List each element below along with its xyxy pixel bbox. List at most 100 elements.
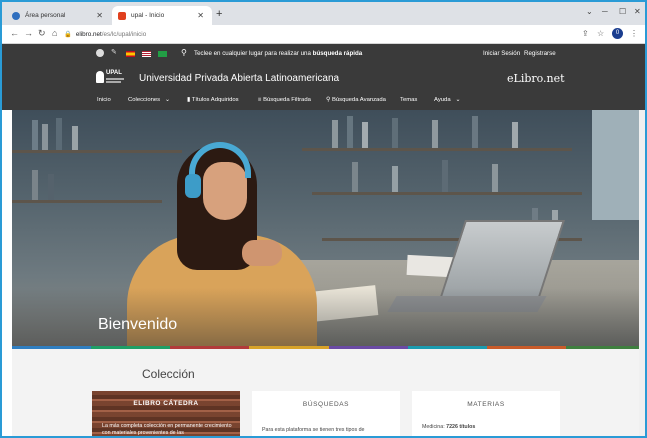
hero-window — [592, 110, 645, 220]
menu-label: Títulos Adquiridos — [191, 97, 239, 103]
tab-strip: Área personal ✕ upal - Inicio ✕ + ⌄ ─ ☐ … — [2, 2, 645, 25]
chevron-down-icon: ⌄ — [161, 97, 170, 103]
search-hint-bold: búsqueda rápida — [312, 50, 363, 57]
moodle-icon — [12, 11, 20, 20]
book — [352, 162, 358, 192]
book — [392, 118, 398, 148]
book — [32, 120, 38, 150]
upal-emblem-icon — [96, 71, 104, 83]
logo-text: UPAL — [106, 70, 122, 76]
search-icon[interactable]: ⚲ — [181, 48, 187, 57]
bookmark-star-icon[interactable]: ☆ — [597, 29, 604, 38]
flag-brazil-icon[interactable] — [158, 51, 167, 57]
tab-label: upal - Inicio — [131, 12, 165, 19]
chevron-down-icon: ⌄ — [452, 97, 461, 103]
shelf — [302, 148, 572, 151]
flag-spain-icon[interactable] — [126, 51, 135, 57]
forward-icon[interactable]: → — [24, 28, 33, 38]
book — [432, 120, 438, 148]
quick-search-hint[interactable]: Teclee en cualquier lugar para realizar … — [194, 50, 362, 57]
search-hint-text: Teclee en cualquier lugar para realizar … — [194, 50, 313, 57]
tab-area-personal[interactable]: Área personal ✕ — [6, 6, 111, 25]
close-icon[interactable]: ✕ — [96, 11, 103, 20]
earcup — [185, 174, 201, 198]
profile-avatar[interactable]: 0 — [612, 28, 623, 39]
new-tab-button[interactable]: + — [216, 8, 222, 20]
menu-label: Colecciones — [128, 97, 161, 103]
close-icon[interactable]: ✕ — [197, 11, 204, 20]
book — [56, 118, 62, 150]
url-path: /es/lc/upal/inicio — [101, 31, 147, 38]
card-title: MATERIAS — [467, 401, 505, 408]
reload-icon[interactable]: ↻ — [38, 28, 46, 39]
book — [32, 170, 38, 200]
pencil-icon[interactable]: ✎ — [111, 48, 117, 56]
book — [392, 166, 398, 192]
upal-logo[interactable]: UPAL — [96, 70, 124, 86]
tab-upal-inicio[interactable]: upal - Inicio ✕ — [112, 6, 212, 25]
card-text: Para esta plataforma se tienen tres tipo… — [262, 427, 365, 433]
menu-inicio[interactable]: Inicio — [97, 97, 111, 103]
section-title: Colección — [142, 367, 195, 381]
window-close-button[interactable]: ✕ — [634, 7, 641, 16]
home-icon[interactable]: ⌂ — [52, 28, 57, 38]
hero-banner: Bienvenido — [12, 110, 645, 348]
book — [42, 124, 48, 150]
menu-titulos-adquiridos[interactable]: ▮ Títulos Adquiridos — [187, 97, 239, 103]
book — [442, 160, 448, 192]
menu-busqueda-avanzada[interactable]: ⚲ Búsqueda Avanzada — [326, 97, 386, 103]
card-elibro-catedra[interactable]: ELIBRO CÁTEDRA La más completa colección… — [92, 391, 240, 436]
lock-icon: 🔒 — [64, 31, 72, 38]
menu-busqueda-filtrada[interactable]: ≡ Búsqueda Filtrada — [258, 97, 311, 103]
logo-line — [106, 78, 124, 80]
tab-search-icon[interactable]: ⌄ — [586, 7, 593, 16]
globe-icon[interactable] — [96, 49, 104, 57]
university-name[interactable]: Universidad Privada Abierta Latinoameric… — [139, 73, 339, 84]
register-link[interactable]: Registrarse — [524, 50, 556, 57]
back-icon[interactable]: ← — [10, 28, 19, 38]
menu-ayuda[interactable]: Ayuda ⌄ — [434, 97, 460, 103]
book — [332, 120, 338, 148]
menu-colecciones[interactable]: Colecciones ⌄ — [128, 97, 170, 103]
logo-line — [106, 81, 121, 83]
menu-kebab-icon[interactable]: ⋮ — [630, 29, 638, 38]
elibro-favicon-icon — [118, 11, 126, 20]
headphones-icon — [189, 142, 251, 178]
book — [512, 122, 518, 148]
hands — [242, 240, 282, 266]
elibro-logo[interactable]: eLibro.net — [507, 72, 565, 85]
url-host: elibro.net — [75, 31, 102, 38]
book — [347, 116, 353, 148]
card-busquedas[interactable]: BÚSQUEDAS Para esta plataforma se tienen… — [252, 391, 400, 436]
url-field[interactable]: 🔒 elibro.net/es/lc/upal/inicio — [64, 30, 146, 38]
card-text: Medicina: 7226 títulos — [422, 424, 552, 430]
menu-label: Ayuda — [434, 97, 451, 103]
materia-count: 7226 títulos — [446, 424, 476, 430]
card-materias[interactable]: MATERIAS Medicina: 7226 títulos — [412, 391, 560, 436]
flag-usa-icon[interactable] — [142, 51, 151, 57]
book — [72, 126, 78, 150]
brand-bar: UPAL Universidad Privada Abierta Latinoa… — [2, 64, 645, 92]
book — [48, 174, 54, 200]
tab-label: Área personal — [25, 12, 66, 19]
hero-title: Bienvenido — [98, 316, 178, 333]
book — [492, 164, 498, 192]
maximize-button[interactable]: ☐ — [619, 7, 626, 16]
browser-window: Área personal ✕ upal - Inicio ✕ + ⌄ ─ ☐ … — [0, 0, 647, 438]
share-icon[interactable]: ⇪ — [582, 29, 589, 38]
login-link[interactable]: Iniciar Sesión — [483, 50, 520, 57]
card-text: La más completa colección en permanente … — [102, 423, 232, 436]
card-title: ELIBRO CÁTEDRA — [133, 400, 199, 407]
minimize-button[interactable]: ─ — [602, 7, 608, 16]
menu-label: Búsqueda Avanzada — [331, 97, 386, 103]
menu-label: Búsqueda Filtrada — [263, 97, 311, 103]
menu-temas[interactable]: Temas — [400, 97, 417, 103]
address-bar: ← → ↻ ⌂ 🔒 elibro.net/es/lc/upal/inicio ⇪ … — [2, 25, 645, 44]
main-menu: Inicio Colecciones ⌄ ▮ Títulos Adquirido… — [2, 92, 645, 110]
card-title: BÚSQUEDAS — [302, 401, 350, 408]
book — [362, 122, 368, 148]
materia-name: Medicina: — [422, 424, 447, 430]
page-scrollbar[interactable] — [639, 110, 645, 436]
site-topbar: ✎ ⚲ Teclee en cualquier lugar para reali… — [2, 44, 645, 64]
shelf — [312, 192, 582, 195]
